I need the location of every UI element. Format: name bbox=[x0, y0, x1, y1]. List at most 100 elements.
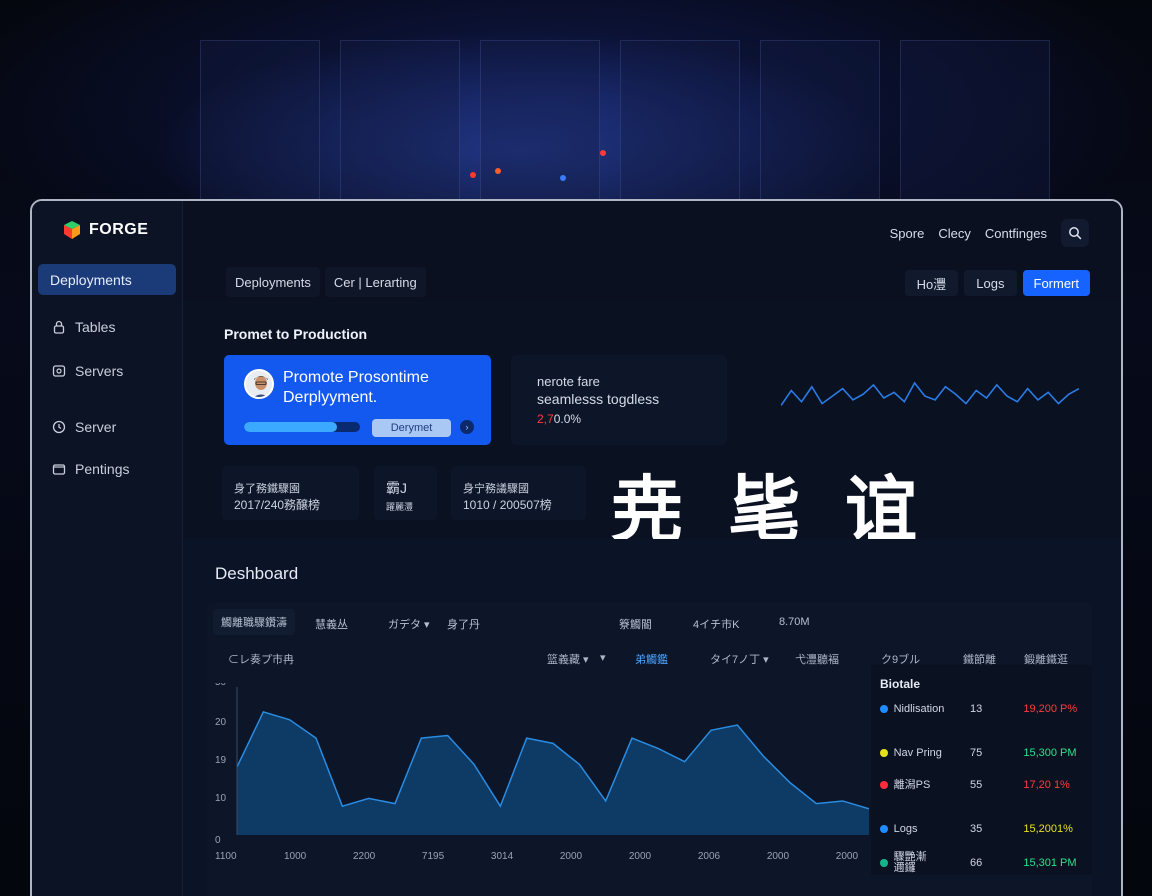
legend-row[interactable]: Nidlisation 13 19,200 P% bbox=[880, 701, 1090, 717]
y-tick-label: 50 bbox=[215, 683, 227, 688]
legend-name: Nav Pring bbox=[893, 746, 942, 759]
column-header[interactable]: 身了丹 bbox=[447, 616, 480, 632]
legend-value: 17,20 1% bbox=[1023, 779, 1070, 791]
sidebar-item-deployments[interactable]: Deployments bbox=[38, 264, 176, 295]
x-tick-label: 7195 bbox=[422, 851, 445, 862]
server-rack bbox=[900, 40, 1050, 210]
legend-name: Nidlisation bbox=[893, 702, 945, 715]
brand-logo[interactable]: FORGE bbox=[62, 220, 148, 240]
logs-button[interactable]: Logs bbox=[964, 270, 1017, 296]
legend-count: 35 bbox=[970, 823, 983, 835]
sidebar-item-tables[interactable]: Tables bbox=[38, 311, 176, 342]
hold-button[interactable]: Ho灃 bbox=[904, 270, 959, 296]
x-tick-label: 1100 bbox=[215, 851, 237, 862]
server-icon bbox=[52, 364, 66, 378]
header-link[interactable]: Clecy bbox=[938, 226, 971, 241]
legend-row[interactable]: Nav Pring 75 15,300 PM bbox=[880, 745, 1090, 761]
brand-name: FORGE bbox=[89, 221, 149, 238]
sidebar-item-server[interactable]: Server bbox=[38, 411, 176, 442]
tab-deployments[interactable]: Deployments bbox=[226, 267, 320, 297]
sidebar-item-label: Deployments bbox=[50, 271, 132, 288]
sidebar-item-label: Server bbox=[75, 418, 117, 435]
promote-card-title: Promote Prosontime Derplyyment. bbox=[283, 369, 429, 406]
server-rack bbox=[480, 40, 600, 210]
rack-light bbox=[470, 172, 476, 178]
legend-value: 15,300 PM bbox=[1023, 747, 1077, 759]
forge-logo-icon bbox=[62, 220, 82, 240]
legend-dot-icon bbox=[880, 825, 888, 833]
x-tick-label: 2000 bbox=[629, 851, 652, 862]
tab-learning[interactable]: Cer | Lerarting bbox=[324, 267, 426, 297]
subheader-active[interactable]: 弟觸鑑 bbox=[635, 651, 668, 667]
legend-panel: Biotale Nidlisation 13 19,200 P% Nav Pring 7… bbox=[871, 665, 1092, 875]
column-header[interactable]: 觸離職驟鑽濤 bbox=[213, 609, 295, 635]
subheader-dropdown[interactable]: タイ7ノ丁 ▾ bbox=[710, 651, 769, 667]
x-tick-label: 2000 bbox=[767, 851, 790, 862]
dashboard-section: Deshboard 觸離職驟鑽濤 慧義丛 ガデタ ▾ 身了丹 簝觸閽 4イチ市K… bbox=[183, 539, 1121, 896]
legend-dot-icon bbox=[880, 781, 888, 789]
avatar bbox=[244, 369, 274, 399]
subheader: ⊂レ奏プ市冉 bbox=[228, 654, 294, 666]
server-rack bbox=[200, 40, 320, 210]
sparkline-path bbox=[781, 381, 1079, 406]
clock-icon bbox=[52, 420, 66, 434]
x-tick-label: 2000 bbox=[560, 851, 583, 862]
legend-name: Logs bbox=[893, 822, 918, 835]
dashboard-panel: 觸離職驟鑽濤 慧義丛 ガデタ ▾ 身了丹 簝觸閽 4イチ市K 8.70M ⊂レ奏… bbox=[207, 603, 1092, 896]
top-bar: Spore Clecy Contfinges Deployments Cer |… bbox=[183, 201, 1121, 301]
header-link[interactable]: Contfinges bbox=[985, 226, 1047, 241]
mini-card: 身宁務議驟國 1010 / 200507榜 bbox=[451, 466, 586, 520]
column-header[interactable]: 8.70M bbox=[779, 616, 810, 628]
mini-card-value: 2017/240務醸榜 bbox=[234, 498, 321, 512]
subheader-dropdown[interactable]: 篮義藏 ▾ bbox=[547, 651, 589, 667]
column-header[interactable]: ガデタ ▾ bbox=[388, 616, 430, 632]
sidebar-item-pentings[interactable]: Pentings bbox=[38, 453, 176, 484]
mini-card-label: 霸J bbox=[386, 480, 407, 496]
mini-card-value: 1010 / 200507榜 bbox=[463, 498, 552, 512]
column-header[interactable]: 4イチ市K bbox=[693, 616, 739, 632]
chevron-down-icon[interactable]: ▾ bbox=[600, 651, 606, 664]
search-button[interactable] bbox=[1061, 219, 1089, 247]
legend-dot-icon bbox=[880, 749, 888, 757]
stat-card-line2: seamlesss togdless bbox=[537, 391, 660, 407]
y-tick-label: 0 bbox=[215, 835, 221, 846]
legend-count: 55 bbox=[970, 779, 983, 791]
legend-row[interactable]: 驟艷漸 邇鑼 66 15,301 PM bbox=[880, 851, 1090, 874]
legend-row[interactable]: Logs 35 15,2001% bbox=[880, 821, 1090, 837]
x-tick-label: 2200 bbox=[353, 851, 376, 862]
deploy-button[interactable]: Derymet bbox=[372, 419, 451, 437]
column-header[interactable]: 簝觸閽 bbox=[619, 616, 652, 632]
legend-dot-icon bbox=[880, 859, 888, 867]
primary-action-button[interactable]: Formert bbox=[1022, 270, 1090, 296]
legend-value: 15,2001% bbox=[1023, 823, 1073, 835]
x-tick-label: 1000 bbox=[284, 851, 307, 862]
server-rack bbox=[620, 40, 740, 210]
column-header[interactable]: 慧義丛 bbox=[315, 616, 348, 632]
sidebar-item-servers[interactable]: Servers bbox=[38, 355, 176, 386]
legend-name: 離潟PS bbox=[893, 778, 931, 791]
x-tick-label: 3014 bbox=[491, 851, 514, 862]
header-link[interactable]: Spore bbox=[890, 226, 925, 241]
legend-name: 驟艷漸 邇鑼 bbox=[893, 851, 927, 874]
legend-dot-icon bbox=[880, 705, 888, 713]
promote-card: Promote Prosontime Derplyyment. Derymet … bbox=[224, 355, 491, 445]
legend-count: 75 bbox=[970, 747, 983, 759]
mini-card-label: 身宁務議驟國 bbox=[463, 483, 529, 495]
legend-row[interactable]: 離潟PS 55 17,20 1% bbox=[880, 777, 1090, 793]
sparkline-chart bbox=[781, 381, 1079, 406]
sidebar: FORGE Deployments Tables Servers Server bbox=[32, 201, 183, 896]
chevron-right-icon[interactable]: › bbox=[460, 420, 474, 434]
legend-title: Biotale bbox=[880, 677, 921, 691]
legend-count: 66 bbox=[970, 857, 983, 869]
rack-light bbox=[495, 168, 501, 174]
rack-light bbox=[600, 150, 606, 156]
dashboard-title: Deshboard bbox=[215, 564, 299, 583]
promote-progress-fill bbox=[244, 422, 337, 432]
x-tick-label: 2006 bbox=[698, 851, 721, 862]
stat-value-rest: 0.0% bbox=[553, 412, 582, 426]
legend-count: 13 bbox=[970, 703, 983, 715]
sidebar-item-label: Pentings bbox=[75, 460, 130, 477]
rack-light bbox=[560, 175, 566, 181]
section-title: Promet to Production bbox=[224, 326, 368, 342]
sidebar-item-label: Servers bbox=[75, 362, 124, 379]
